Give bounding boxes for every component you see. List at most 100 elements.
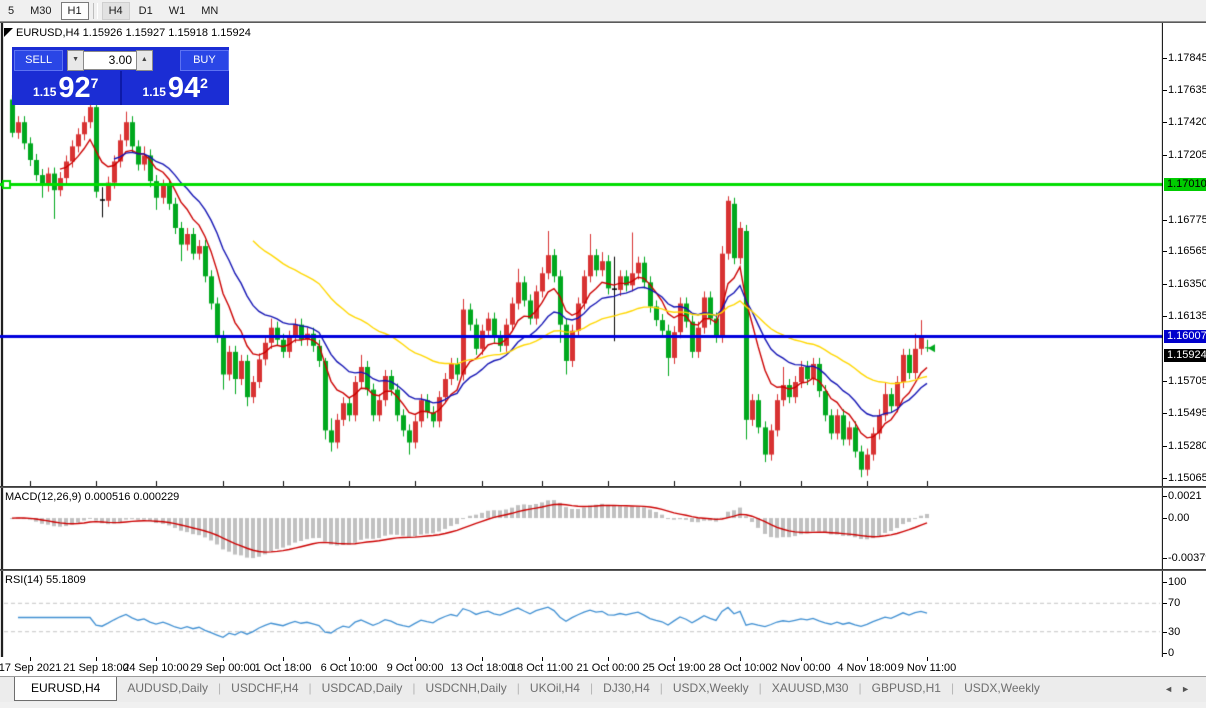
macd-axis-label-tick [1163,558,1167,559]
price-label: 1.15280 [1168,440,1206,452]
time-label: 9 Nov 11:00 [898,662,957,674]
time-label: 1 Oct 18:00 [255,662,312,674]
time-tick [223,657,224,661]
rsi-pane[interactable]: RSI(14) 55.1809 10070300 [0,570,1206,658]
macd-axis-label: 0.00 [1168,512,1189,524]
price-label-tick [1163,90,1167,91]
time-tick [283,657,284,661]
time-label: 9 Oct 00:00 [387,662,444,674]
scroll-left-icon[interactable]: ◄ [1164,684,1181,694]
macd-axis-label: -0.003798 [1168,552,1206,564]
time-label: 2 Nov 00:00 [771,662,830,674]
time-tick [608,657,609,661]
time-tick [156,657,157,661]
time-tick [867,657,868,661]
price-label-tick [1163,122,1167,123]
buy-price-sup: 2 [200,75,208,91]
sell-price-big: 92 [58,73,90,103]
price-label: 1.15705 [1168,375,1206,387]
buy-button[interactable]: BUY [180,50,229,71]
chart-tab-xauusd-m30[interactable]: XAUUSD,M30 [762,677,859,699]
chevron-up-icon: ▲ [141,56,148,63]
chart-tab-usdchf-h4[interactable]: USDCHF,H4 [221,677,308,699]
price-label-tick [1163,220,1167,221]
volume-increase-button[interactable]: ▲ [136,50,153,71]
price-label: 1.17845 [1168,52,1206,64]
chart-tab-usdx-weekly[interactable]: USDX,Weekly [954,677,1050,699]
volume-decrease-button[interactable]: ▼ [67,50,84,71]
chart-header: EURUSD,H4 1.15926 1.15927 1.15918 1.1592… [16,27,251,39]
macd-axis-label-tick [1163,496,1167,497]
time-tick [740,657,741,661]
main-chart-pane[interactable]: EURUSD,H4 1.15926 1.15927 1.15918 1.1592… [0,22,1206,487]
chart-corner-icon [4,28,13,37]
chart-tab-usdcad-daily[interactable]: USDCAD,Daily [312,677,413,699]
price-label: 1.15495 [1168,407,1206,419]
tab-scroll-arrows[interactable]: ◄► [1164,684,1198,694]
timeframe-button-m30[interactable]: M30 [23,2,58,20]
price-label-tick [1163,413,1167,414]
price-label: 1.16350 [1168,278,1206,290]
time-label: 24 Sep 10:00 [123,662,188,674]
chart-tab-dj30-h4[interactable]: DJ30,H4 [593,677,660,699]
scroll-right-icon[interactable]: ► [1181,684,1198,694]
rsi-axis-label-tick [1163,632,1167,633]
rsi-axis-label-tick [1163,603,1167,604]
buy-price-small: 1.15 [143,85,166,99]
volume-input[interactable] [84,51,136,70]
time-axis[interactable]: 17 Sep 202121 Sep 18:0024 Sep 10:0029 Se… [0,657,1206,676]
price-label-tick [1163,155,1167,156]
chart-tab-ukoil-h4[interactable]: UKOil,H4 [520,677,590,699]
macd-axis-label: 0.0021 [1168,490,1202,502]
chart-tab-usdx-weekly[interactable]: USDX,Weekly [663,677,759,699]
macd-label: MACD(12,26,9) 0.000516 0.000229 [5,491,179,503]
rsi-label: RSI(14) 55.1809 [5,574,86,586]
time-tick [927,657,928,661]
macd-title: MACD(12,26,9) [5,491,81,503]
price-label: 1.17420 [1168,116,1206,128]
time-tick [482,657,483,661]
sell-button[interactable]: SELL [14,50,63,71]
timeframe-button-mn[interactable]: MN [194,2,225,20]
hline-price-badge-blue: 1.16007 [1164,330,1206,343]
time-label: 4 Nov 18:00 [837,662,896,674]
price-label-tick [1163,58,1167,59]
rsi-axis-label: 30 [1168,626,1180,638]
rsi-canvas[interactable] [0,571,1163,657]
timeframe-button-5[interactable]: 5 [1,2,21,20]
price-label-tick [1163,284,1167,285]
timeframe-button-h4[interactable]: H4 [102,2,130,20]
time-label: 29 Sep 00:00 [190,662,255,674]
time-label: 13 Oct 18:00 [451,662,514,674]
macd-axis-label-tick [1163,518,1167,519]
price-label-tick [1163,478,1167,479]
sell-price-small: 1.15 [33,85,56,99]
time-tick [349,657,350,661]
chart-tab-gbpusd-h1[interactable]: GBPUSD,H1 [862,677,951,699]
timeframe-button-h1[interactable]: H1 [61,2,89,20]
sell-price[interactable]: 1.15 92 7 [12,71,120,105]
time-label: 28 Oct 10:00 [709,662,772,674]
time-tick [96,657,97,661]
macd-pane[interactable]: MACD(12,26,9) 0.000516 0.000229 0.0021 0.… [0,487,1206,570]
buy-price[interactable]: 1.15 94 2 [122,71,230,105]
chart-tab-usdcnh-daily[interactable]: USDCNH,Daily [415,677,516,699]
time-tick [542,657,543,661]
rsi-value: 55.1809 [46,574,86,586]
time-label: 17 Sep 2021 [0,662,61,674]
timeframe-button-w1[interactable]: W1 [162,2,193,20]
timeframe-button-d1[interactable]: D1 [132,2,160,20]
rsi-axis-label-tick [1163,653,1167,654]
price-label: 1.15065 [1168,472,1206,484]
chart-tab-eurusd-h4[interactable]: EURUSD,H4 [14,677,117,701]
price-label-tick [1163,446,1167,447]
price-label: 1.17635 [1168,84,1206,96]
chart-tab-audusd-daily[interactable]: AUDUSD,Daily [117,677,218,699]
time-tick [415,657,416,661]
price-label: 1.16775 [1168,214,1206,226]
chart-symbol-label: EURUSD,H4 [16,27,80,39]
price-label: 1.17205 [1168,149,1206,161]
price-label-tick [1163,316,1167,317]
time-label: 21 Oct 00:00 [577,662,640,674]
time-label: 18 Oct 11:00 [511,662,573,674]
